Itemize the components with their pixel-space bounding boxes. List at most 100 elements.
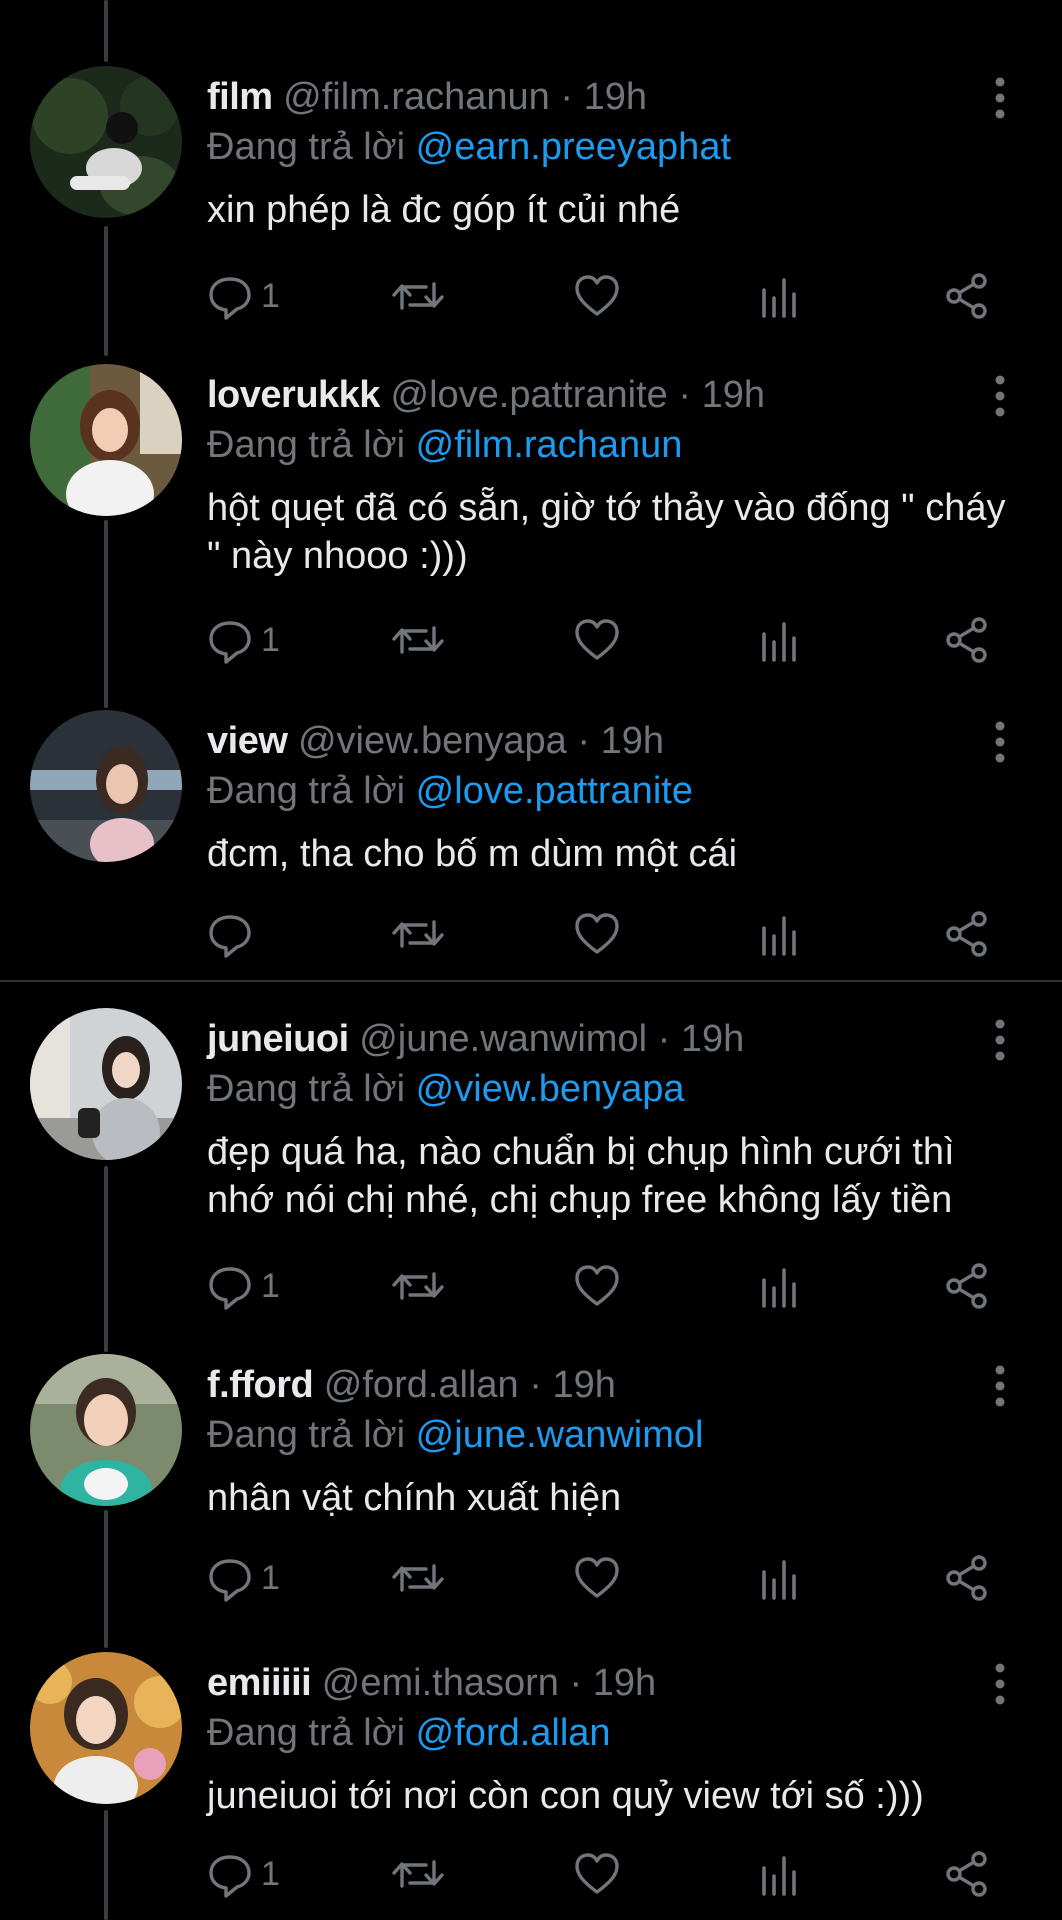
avatar[interactable] bbox=[30, 1008, 182, 1160]
analytics-icon bbox=[762, 622, 796, 662]
share-button[interactable] bbox=[944, 1550, 990, 1606]
avatar[interactable] bbox=[30, 66, 182, 218]
handle[interactable]: @emi.thasorn bbox=[322, 1662, 559, 1704]
tweet-header: film @film.rachanun · 19h bbox=[207, 74, 647, 120]
mention-link[interactable]: @love.pattranite bbox=[416, 770, 693, 812]
like-button[interactable] bbox=[574, 1258, 620, 1314]
share-icon bbox=[946, 911, 987, 957]
like-button[interactable] bbox=[574, 906, 620, 962]
more-options-button[interactable] bbox=[984, 1662, 1016, 1706]
retweet-button[interactable] bbox=[390, 1550, 446, 1606]
share-button[interactable] bbox=[944, 906, 990, 962]
share-button[interactable] bbox=[944, 1258, 990, 1314]
more-options-button[interactable] bbox=[984, 374, 1016, 418]
retweet-button[interactable] bbox=[390, 1258, 446, 1314]
more-options-button[interactable] bbox=[984, 720, 1016, 764]
tweet-actions bbox=[0, 906, 1062, 962]
reply-count: 1 bbox=[261, 1267, 280, 1305]
replying-to-line: Đang trả lời @view.benyapa bbox=[207, 1066, 685, 1112]
share-button[interactable] bbox=[944, 1846, 990, 1902]
timestamp[interactable]: 19h bbox=[584, 76, 647, 118]
avatar[interactable] bbox=[30, 1652, 182, 1804]
views-button[interactable] bbox=[760, 906, 800, 962]
handle[interactable]: @love.pattranite bbox=[391, 374, 668, 416]
display-name[interactable]: emiiiii bbox=[207, 1662, 312, 1704]
views-button[interactable] bbox=[760, 268, 800, 324]
replying-to-line: Đang trả lời @film.rachanun bbox=[207, 422, 682, 468]
avatar[interactable] bbox=[30, 1354, 182, 1506]
like-button[interactable] bbox=[574, 1550, 620, 1606]
thread-divider bbox=[0, 980, 1062, 982]
mention-link[interactable]: @ford.allan bbox=[416, 1712, 611, 1754]
handle[interactable]: @view.benyapa bbox=[298, 720, 567, 762]
replying-to-line: Đang trả lời @earn.preeyaphat bbox=[207, 124, 731, 170]
like-button[interactable] bbox=[574, 1846, 620, 1902]
more-options-button[interactable] bbox=[984, 76, 1016, 120]
mention-link[interactable]: @june.wanwimol bbox=[416, 1414, 704, 1456]
views-button[interactable] bbox=[760, 1846, 800, 1902]
separator-dot: · bbox=[569, 1662, 583, 1704]
timestamp[interactable]: 19h bbox=[552, 1364, 615, 1406]
display-name[interactable]: film bbox=[207, 76, 273, 118]
timestamp[interactable]: 19h bbox=[593, 1662, 656, 1704]
views-button[interactable] bbox=[760, 1550, 800, 1606]
share-button[interactable] bbox=[944, 612, 990, 668]
like-button[interactable] bbox=[574, 268, 620, 324]
handle[interactable]: @ford.allan bbox=[324, 1364, 519, 1406]
reply-icon bbox=[209, 621, 251, 664]
views-button[interactable] bbox=[760, 1258, 800, 1314]
display-name[interactable]: loverukkk bbox=[207, 374, 380, 416]
analytics-icon bbox=[762, 278, 796, 318]
mention-link[interactable]: @earn.preeyaphat bbox=[416, 126, 731, 168]
reply-button[interactable]: 1 bbox=[207, 1846, 317, 1902]
reply-button[interactable]: 1 bbox=[207, 612, 317, 668]
retweet-icon bbox=[392, 1272, 444, 1300]
replying-to-line: Đang trả lời @june.wanwimol bbox=[207, 1412, 703, 1458]
share-icon bbox=[946, 1263, 987, 1309]
mention-link[interactable]: @film.rachanun bbox=[416, 424, 683, 466]
display-name[interactable]: juneiuoi bbox=[207, 1018, 349, 1060]
replying-label: Đang trả lời bbox=[207, 1712, 406, 1754]
avatar[interactable] bbox=[30, 364, 182, 516]
separator-dot: · bbox=[657, 1018, 671, 1060]
reply-button[interactable]: 1 bbox=[207, 268, 317, 324]
retweet-button[interactable] bbox=[390, 612, 446, 668]
handle[interactable]: @film.rachanun bbox=[283, 76, 550, 118]
replying-to-line: Đang trả lời @love.pattranite bbox=[207, 768, 693, 814]
more-options-button[interactable] bbox=[984, 1364, 1016, 1408]
more-vertical-icon bbox=[995, 77, 1005, 119]
heart-icon bbox=[575, 913, 619, 954]
reply-button[interactable]: 1 bbox=[207, 1258, 317, 1314]
retweet-icon bbox=[392, 1564, 444, 1592]
tweet-header: juneiuoi @june.wanwimol · 19h bbox=[207, 1016, 744, 1062]
like-button[interactable] bbox=[574, 612, 620, 668]
display-name[interactable]: f.fford bbox=[207, 1364, 314, 1406]
share-icon bbox=[946, 617, 987, 663]
timestamp[interactable]: 19h bbox=[702, 374, 765, 416]
reply-button[interactable] bbox=[207, 906, 317, 962]
avatar[interactable] bbox=[30, 710, 182, 862]
more-vertical-icon bbox=[995, 375, 1005, 417]
mention-link[interactable]: @view.benyapa bbox=[416, 1068, 685, 1110]
reply-icon bbox=[209, 277, 251, 320]
reply-count: 1 bbox=[261, 1855, 280, 1893]
timestamp[interactable]: 19h bbox=[681, 1018, 744, 1060]
share-button[interactable] bbox=[944, 268, 990, 324]
views-button[interactable] bbox=[760, 612, 800, 668]
timestamp[interactable]: 19h bbox=[601, 720, 664, 762]
display-name[interactable]: view bbox=[207, 720, 288, 762]
more-options-button[interactable] bbox=[984, 1018, 1016, 1062]
tweet-actions: 1 bbox=[0, 1550, 1062, 1606]
tweet-header: f.fford @ford.allan · 19h bbox=[207, 1362, 616, 1408]
reply-button[interactable]: 1 bbox=[207, 1550, 317, 1606]
retweet-button[interactable] bbox=[390, 1846, 446, 1902]
handle[interactable]: @june.wanwimol bbox=[359, 1018, 647, 1060]
tweet-actions: 1 bbox=[0, 612, 1062, 668]
heart-icon bbox=[575, 1853, 619, 1894]
replying-to-line: Đang trả lời @ford.allan bbox=[207, 1710, 611, 1756]
retweet-button[interactable] bbox=[390, 906, 446, 962]
retweet-button[interactable] bbox=[390, 268, 446, 324]
more-vertical-icon bbox=[995, 721, 1005, 763]
reply-icon bbox=[209, 1559, 251, 1602]
analytics-icon bbox=[762, 1268, 796, 1308]
